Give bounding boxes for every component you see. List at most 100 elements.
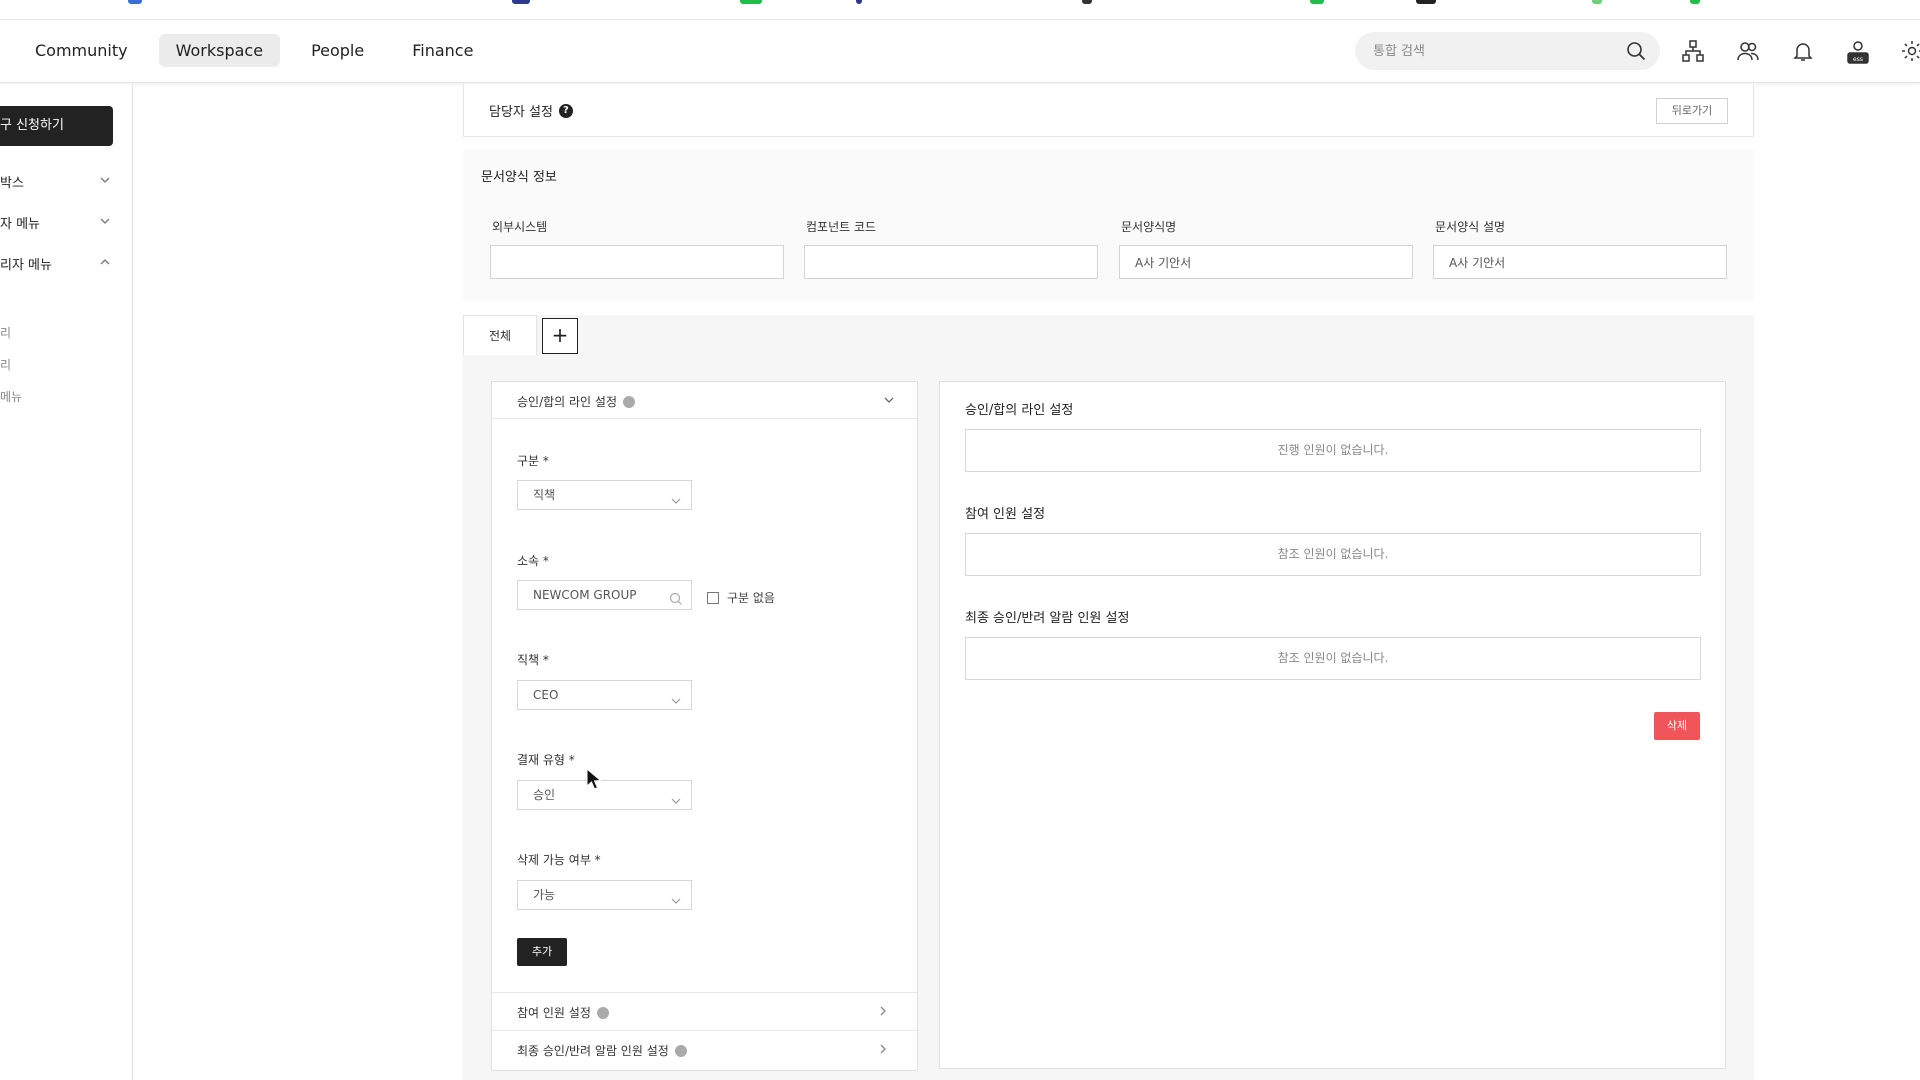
category-label: 구분 *	[517, 454, 549, 468]
sidebar-menu-user[interactable]: 자 메뉴	[0, 213, 113, 232]
tab-all[interactable]: 전체	[463, 315, 537, 355]
gear-icon[interactable]	[1900, 39, 1920, 65]
affiliation-search-input[interactable]: NEWCOM GROUP	[517, 580, 692, 610]
ess-icon[interactable]: ess	[1845, 39, 1871, 65]
sidebar-menu-admin[interactable]: 리자 메뉴	[0, 254, 113, 273]
tab-favicon	[1082, 0, 1092, 4]
deletable-label: 삭제 가능 여부 *	[517, 853, 601, 867]
chevron-down-icon	[670, 689, 682, 717]
sidebar-menu-label: 리자 메뉴	[0, 258, 52, 273]
chevron-up-icon	[99, 256, 111, 272]
deletable-select[interactable]: 가능	[517, 880, 692, 910]
page-titlebar: 담당자 설정 ? 뒤로가기	[463, 84, 1754, 137]
accordion-label-wrap: 참여 인원 설정	[517, 1004, 609, 1021]
field-label: 문서양식명	[1121, 220, 1177, 234]
form-name-field: 문서양식명	[1119, 218, 1413, 279]
nav-people[interactable]: People	[294, 34, 381, 67]
tab-favicon	[1416, 0, 1436, 4]
chevron-right-icon	[877, 1005, 889, 1020]
info-icon	[623, 395, 635, 408]
browser-tab-strip	[0, 0, 1920, 20]
external-system-field: 외부시스템	[490, 218, 784, 279]
help-icon[interactable]: ?	[558, 103, 573, 118]
approval-type-select[interactable]: 승인	[517, 780, 692, 810]
select-value: NEWCOM GROUP	[533, 588, 637, 602]
summary-final-title: 최종 승인/반려 알람 인원 설정	[965, 611, 1130, 626]
tab-favicon	[128, 0, 142, 4]
tab-favicon	[856, 0, 862, 4]
tab-favicon	[512, 0, 530, 4]
doc-info-title: 문서양식 정보	[481, 170, 557, 185]
add-button[interactable]: 추가	[517, 938, 567, 966]
category-select[interactable]: 직책	[517, 480, 692, 510]
delete-button[interactable]: 삭제	[1654, 712, 1700, 740]
doc-info-section: 문서양식 정보 외부시스템 컴포넌트 코드 문서양식명 문서양식 설명	[463, 150, 1754, 300]
summary-participant-title: 참여 인원 설정	[965, 507, 1046, 522]
no-category-checkbox[interactable]	[707, 591, 719, 604]
chevron-down-icon	[99, 215, 111, 231]
select-value: 가능	[533, 888, 556, 902]
field-label: 외부시스템	[492, 220, 548, 234]
tab-favicon	[1690, 0, 1700, 4]
accordion-label: 최종 승인/반려 알람 인원 설정	[517, 1044, 669, 1058]
sidebar-subitem[interactable]: 메뉴	[0, 388, 22, 405]
select-value: 직책	[533, 488, 556, 502]
request-button[interactable]: 구 신청하기	[0, 106, 113, 146]
chevron-down-icon	[670, 889, 682, 917]
external-system-input[interactable]	[490, 245, 784, 279]
no-category-checkbox-wrap[interactable]: 구분 없음	[707, 589, 775, 606]
approval-line-accordion-header[interactable]: 승인/합의 라인 설정	[492, 382, 917, 419]
line-setting-form: 승인/합의 라인 설정 구분 * 직책 소속 * NEWCOM GROUP 구분…	[491, 381, 918, 1071]
org-chart-icon[interactable]	[1681, 39, 1707, 65]
line-summary-panel: 승인/합의 라인 설정 진행 인원이 없습니다. 참여 인원 설정 참조 인원이…	[939, 381, 1726, 1069]
page-title-wrap: 담당자 설정 ?	[489, 101, 573, 120]
accordion-label: 참여 인원 설정	[517, 1006, 591, 1020]
nav-workspace[interactable]: Workspace	[158, 34, 281, 67]
accordion-label-wrap: 승인/합의 라인 설정	[517, 393, 635, 410]
final-notify-list: 참조 인원이 없습니다.	[965, 637, 1701, 680]
info-icon	[674, 1044, 687, 1057]
chevron-down-icon	[883, 394, 895, 409]
participant-accordion-header[interactable]: 참여 인원 설정	[492, 992, 917, 1030]
tab-favicon	[740, 0, 762, 4]
svg-text:ess: ess	[1853, 56, 1863, 63]
participant-list: 참조 인원이 없습니다.	[965, 533, 1701, 576]
tab-favicon	[1310, 0, 1324, 4]
approval-type-label: 결재 유형 *	[517, 753, 575, 767]
field-label: 컴포넌트 코드	[806, 220, 877, 234]
search-input[interactable]	[1373, 43, 1613, 59]
tab-favicon	[1592, 0, 1602, 4]
chevron-down-icon	[670, 489, 682, 517]
main-nav: Community Workspace People Finance	[18, 34, 490, 67]
field-label: 문서양식 설명	[1435, 220, 1506, 234]
info-icon	[596, 1006, 609, 1019]
add-tab-button[interactable]: +	[542, 318, 578, 354]
sidebar-menu-box[interactable]: 박스	[0, 172, 113, 191]
app-header: Community Workspace People Finance ess	[0, 20, 1920, 83]
sidebar-subitem[interactable]: 리	[0, 324, 11, 341]
checkbox-label: 구분 없음	[727, 591, 775, 605]
chevron-down-icon	[670, 789, 682, 817]
mouse-cursor-icon	[586, 767, 602, 794]
search-icon[interactable]	[669, 588, 683, 616]
search-icon[interactable]	[1626, 41, 1646, 65]
back-button[interactable]: 뒤로가기	[1656, 98, 1728, 124]
summary-line-title: 승인/합의 라인 설정	[965, 403, 1074, 418]
global-search	[1355, 32, 1660, 70]
final-notify-accordion-header[interactable]: 최종 승인/반려 알람 인원 설정	[492, 1030, 917, 1068]
component-code-field: 컴포넌트 코드	[804, 218, 1098, 279]
nav-community[interactable]: Community	[18, 34, 145, 67]
form-description-input[interactable]	[1433, 245, 1727, 279]
select-value: 승인	[533, 788, 556, 802]
nav-finance[interactable]: Finance	[395, 34, 490, 67]
bell-icon[interactable]	[1791, 39, 1817, 65]
approval-line-list: 진행 인원이 없습니다.	[965, 429, 1701, 472]
sidebar-subitem[interactable]: 리	[0, 356, 11, 373]
people-icon[interactable]	[1736, 39, 1762, 65]
form-name-input[interactable]	[1119, 245, 1413, 279]
sidebar-menu-label: 자 메뉴	[0, 217, 41, 232]
component-code-input[interactable]	[804, 245, 1098, 279]
position-select[interactable]: CEO	[517, 680, 692, 710]
chevron-down-icon	[99, 174, 111, 190]
sidebar: 구 신청하기 박스 자 메뉴 리자 메뉴 리 리 메뉴	[0, 84, 133, 1080]
